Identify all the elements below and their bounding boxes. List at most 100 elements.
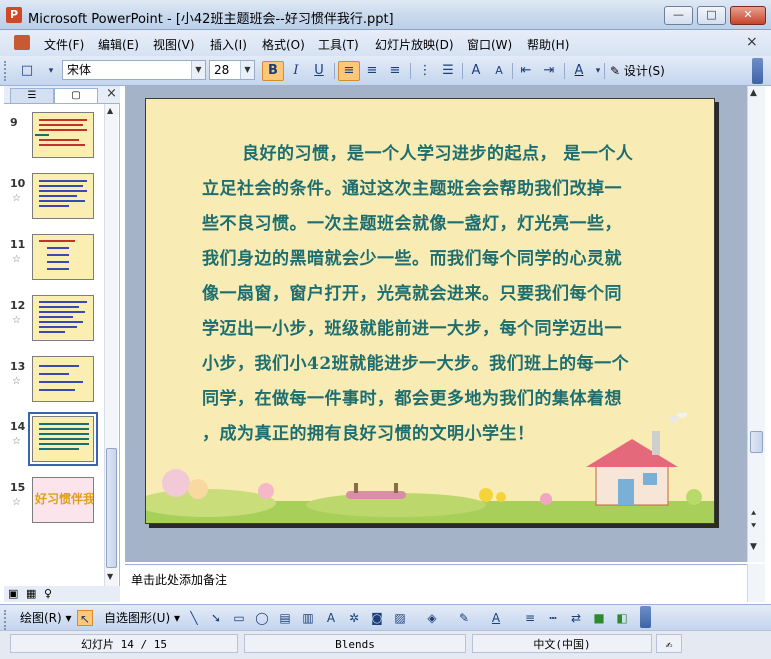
slide-body-text[interactable]: 良好的习惯，是一个人学习进步的起点， 是一个人 立足社会的条件。通过这次主题班会… — [202, 137, 676, 452]
menu-view[interactable]: 视图(V) — [153, 36, 195, 53]
autoshapes-menu-button[interactable]: 自选图形(U) ▾ — [104, 609, 180, 627]
select-pointer-icon[interactable]: ↖ — [77, 610, 93, 626]
thumbnail-image[interactable]: 好习惯伴我行 — [32, 477, 94, 523]
scroll-down-icon[interactable]: ▼ — [750, 542, 757, 552]
align-right-icon[interactable]: ≡ — [384, 61, 406, 81]
menu-insert[interactable]: 插入(I) — [210, 36, 247, 53]
increase-font-icon[interactable]: A — [465, 61, 487, 81]
normal-view-icon[interactable]: ▣ — [8, 587, 18, 600]
scroll-thumb[interactable] — [106, 448, 117, 568]
menu-help[interactable]: 帮助(H) — [527, 36, 569, 53]
slideshow-view-icon[interactable]: ♀ — [44, 587, 52, 600]
thumbnail-image[interactable] — [32, 173, 94, 219]
font-name-dropdown-icon[interactable]: ▼ — [191, 61, 205, 79]
vertical-textbox-icon[interactable]: ▥ — [300, 610, 316, 626]
picture-icon[interactable]: ▨ — [392, 610, 408, 626]
menu-format[interactable]: 格式(O) — [262, 36, 305, 53]
arrow-icon[interactable]: ➘ — [208, 610, 224, 626]
editor-scrollbar[interactable]: ▲ ⯅ ⯆ ▼ — [747, 86, 765, 562]
close-button[interactable]: ✕ — [730, 6, 766, 25]
italic-button[interactable]: I — [285, 61, 307, 81]
notes-placeholder[interactable]: 单击此处添加备注 — [131, 571, 227, 588]
document-close-icon[interactable]: × — [746, 34, 758, 50]
decrease-font-icon[interactable]: A — [488, 61, 510, 81]
scroll-thumb[interactable] — [750, 431, 763, 453]
arrow-style-icon[interactable]: ⇄ — [568, 610, 584, 626]
font-size-dropdown-icon[interactable]: ▼ — [240, 61, 254, 79]
bold-button[interactable]: B — [262, 61, 284, 81]
wordart-icon[interactable]: A — [323, 610, 339, 626]
maximize-button[interactable]: □ — [697, 6, 726, 25]
slide-thumbnail-15[interactable]: 15 ☆ 好习惯伴我行 — [4, 475, 104, 527]
thumbnail-image-selected[interactable] — [28, 412, 98, 466]
slide-thumbnail-12[interactable]: 12 ☆ — [4, 293, 104, 345]
fill-color-icon[interactable]: ◈ — [424, 610, 440, 626]
menu-file[interactable]: 文件(F) — [44, 36, 84, 53]
slide-thumbnail-14[interactable]: 14 ☆ — [4, 412, 104, 466]
menu-tools[interactable]: 工具(T) — [318, 36, 359, 53]
oval-icon[interactable]: ◯ — [254, 610, 270, 626]
notes-pane[interactable]: 单击此处添加备注 — [125, 564, 747, 602]
slide-thumbnail-11[interactable]: 11 ☆ — [4, 232, 104, 284]
slide-thumbnail-10[interactable]: 10 ☆ — [4, 171, 104, 223]
draw-menu-button[interactable]: 绘图(R) ▾ — [20, 609, 72, 627]
new-document-icon[interactable]: □ — [16, 61, 38, 81]
thumbnail-image[interactable] — [32, 234, 94, 280]
toolbar-grip[interactable] — [4, 610, 8, 630]
slides-pane-scrollbar[interactable]: ▲ ▼ — [104, 104, 118, 586]
spelling-check-icon[interactable]: ✍ — [656, 634, 682, 653]
slide-thumbnail-13[interactable]: 13 ☆ — [4, 354, 104, 406]
increase-indent-icon[interactable]: ⇥ — [538, 61, 560, 81]
next-slide-icon[interactable]: ⯆ — [750, 522, 757, 532]
thumbnail-image[interactable] — [32, 112, 94, 158]
bullets-icon[interactable]: ☰ — [437, 61, 459, 81]
textbox-icon[interactable]: ▤ — [277, 610, 293, 626]
thumbnail-image[interactable] — [32, 356, 94, 402]
slide-thumbnail-9[interactable]: 9 — [4, 110, 104, 162]
pane-close-icon[interactable]: × — [106, 86, 117, 101]
tab-outline[interactable]: ☰ — [10, 88, 54, 103]
previous-slide-icon[interactable]: ⯅ — [750, 509, 757, 519]
toolbar-grip[interactable] — [4, 61, 8, 81]
line-icon[interactable]: ╲ — [186, 610, 202, 626]
drawing-toolbar-overflow-button[interactable] — [640, 606, 651, 628]
scroll-up-icon[interactable]: ▲ — [107, 106, 113, 115]
menu-edit[interactable]: 编辑(E) — [98, 36, 139, 53]
underline-button[interactable]: U — [308, 61, 330, 81]
3d-style-icon[interactable]: ◧ — [614, 610, 630, 626]
minimize-button[interactable]: — — [664, 6, 693, 25]
scroll-up-icon[interactable]: ▲ — [750, 88, 757, 98]
line-color-icon[interactable]: ✎ — [456, 610, 472, 626]
menu-slideshow[interactable]: 幻灯片放映(D) — [375, 36, 454, 53]
animation-star-icon: ☆ — [12, 193, 21, 204]
slide-canvas[interactable]: 良好的习惯，是一个人学习进步的起点， 是一个人 立足社会的条件。通过这次主题班会… — [145, 98, 715, 524]
toolbar-options-icon[interactable]: ▾ — [40, 61, 62, 81]
menu-window[interactable]: 窗口(W) — [467, 36, 512, 53]
align-left-icon[interactable]: ≡ — [338, 61, 360, 81]
document-icon[interactable] — [14, 35, 30, 50]
slide-text-line: 小步，我们小42班就能进步一大步。我们班上的每一个 — [202, 354, 630, 374]
autoshapes-label: 自选图形(U) — [104, 611, 171, 625]
thumbnail-image[interactable] — [32, 295, 94, 341]
clipart-icon[interactable]: ◙ — [369, 610, 385, 626]
line-style-icon[interactable]: ≡ — [522, 610, 538, 626]
rectangle-icon[interactable]: ▭ — [231, 610, 247, 626]
scroll-down-icon[interactable]: ▼ — [107, 572, 113, 581]
notes-scrollbar[interactable] — [747, 564, 765, 602]
font-name-select[interactable]: 宋体 ▼ — [62, 60, 206, 80]
diagram-icon[interactable]: ✲ — [346, 610, 362, 626]
font-color-dropdown-icon[interactable]: ▾ — [587, 61, 609, 81]
tab-slides[interactable]: ▢ — [54, 88, 98, 103]
thumbnail-number: 15 — [10, 481, 26, 494]
font-color-icon[interactable]: A — [488, 610, 504, 626]
numbering-icon[interactable]: ⋮ — [414, 61, 436, 81]
slide-text-line: 学迈出一小步，班级就能前进一大步，每个同学迈出一 — [202, 319, 622, 339]
font-size-select[interactable]: 28 ▼ — [209, 60, 255, 80]
decrease-indent-icon[interactable]: ⇤ — [515, 61, 537, 81]
toolbar-overflow-button[interactable] — [752, 58, 763, 84]
shadow-style-icon[interactable]: ■ — [591, 610, 607, 626]
align-center-icon[interactable]: ≡ — [361, 61, 383, 81]
design-button[interactable]: ✎ 设计(S) — [610, 61, 665, 81]
dash-style-icon[interactable]: ┅ — [545, 610, 561, 626]
slide-sorter-view-icon[interactable]: ▦ — [26, 587, 36, 600]
